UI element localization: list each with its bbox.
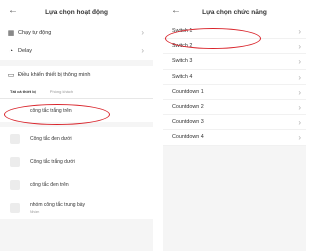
section-label: Điều khiển thiết bị thông minh <box>18 72 91 78</box>
select-function-panel: ← Lựa chọn chức năng Switch 1 › Switch 2 ›… <box>163 0 306 251</box>
chevron-right-icon: › <box>298 27 301 36</box>
page-title: Lựa chọn hoạt động <box>45 8 108 16</box>
smart-device-control-header: ▭ Điều khiển thiết bị thông minh <box>0 66 153 84</box>
function-label: Countdown 3 <box>172 119 204 126</box>
device-name: Công tắc trắng dưới <box>30 158 75 165</box>
chevron-right-icon: › <box>141 46 144 55</box>
right-header: ← Lựa chọn chức năng <box>163 0 306 24</box>
device-thumbnail <box>10 156 20 167</box>
menu-label: Delay <box>18 48 33 54</box>
device-item-black-top[interactable]: công tắc đen trên <box>0 173 153 196</box>
grid-icon: ▦ <box>7 30 15 37</box>
highlight-circle <box>165 28 261 49</box>
highlight-circle <box>4 104 110 125</box>
menu-label: Chạy tự động <box>18 30 52 36</box>
function-item-countdown-4[interactable]: Countdown 4 › <box>163 130 306 146</box>
device-item-display-group[interactable]: nhóm công tắc trung bày Nhóm <box>0 196 153 219</box>
function-item-countdown-2[interactable]: Countdown 2 › <box>163 99 306 116</box>
chevron-right-icon: › <box>298 42 301 52</box>
back-arrow-icon[interactable]: ← <box>8 5 18 16</box>
left-header: ← Lựa chọn hoạt động <box>0 0 153 24</box>
device-thumbnail <box>10 179 20 190</box>
chevron-right-icon: › <box>298 57 301 67</box>
select-action-panel: ← Lựa chọn hoạt động ▦ Chạy tự động › ◔ … <box>0 0 153 251</box>
function-label: Countdown 2 <box>172 104 204 111</box>
function-item-countdown-1[interactable]: Countdown 1 › <box>163 84 306 100</box>
function-item-countdown-3[interactable]: Countdown 3 › <box>163 115 306 131</box>
chevron-right-icon: › <box>298 87 301 97</box>
device-thumbnail <box>10 133 20 144</box>
tab-all-devices[interactable]: Tất cả thiết bị <box>10 89 36 94</box>
menu-delay[interactable]: ◔ Delay › <box>0 42 153 60</box>
function-item-switch-3[interactable]: Switch 3 › <box>163 54 306 70</box>
device-name: Công tắc đen dưới <box>30 135 72 142</box>
device-item-white-bottom[interactable]: Công tắc trắng dưới <box>0 150 153 173</box>
page-title: Lựa chọn chức năng <box>202 8 267 16</box>
menu-run-automatically[interactable]: ▦ Chạy tự động › <box>0 24 153 42</box>
device-subtitle: Nhóm <box>30 209 40 214</box>
timer-icon: ◔ <box>8 47 14 55</box>
function-label: Countdown 4 <box>172 134 204 141</box>
device-tabs: Tất cả thiết bị Phòng khách <box>0 84 153 98</box>
device-thumbnail <box>10 202 20 213</box>
device-name: công tắc đen trên <box>30 181 69 188</box>
chevron-right-icon: › <box>298 102 301 112</box>
function-label: Switch 3 <box>172 58 193 65</box>
function-label: Countdown 1 <box>172 88 204 95</box>
back-arrow-icon[interactable]: ← <box>171 5 181 16</box>
device-name: nhóm công tắc trung bày <box>30 201 86 208</box>
device-item-black-bottom[interactable]: Công tắc đen dưới <box>0 127 153 150</box>
device-icon: ▭ <box>7 72 15 79</box>
tab-living-room[interactable]: Phòng khách <box>50 89 73 94</box>
chevron-right-icon: › <box>141 28 144 37</box>
chevron-right-icon: › <box>298 118 301 128</box>
function-item-switch-4[interactable]: Switch 4 › <box>163 69 306 85</box>
function-label: Switch 4 <box>172 73 193 80</box>
chevron-right-icon: › <box>298 133 301 143</box>
chevron-right-icon: › <box>298 72 301 82</box>
